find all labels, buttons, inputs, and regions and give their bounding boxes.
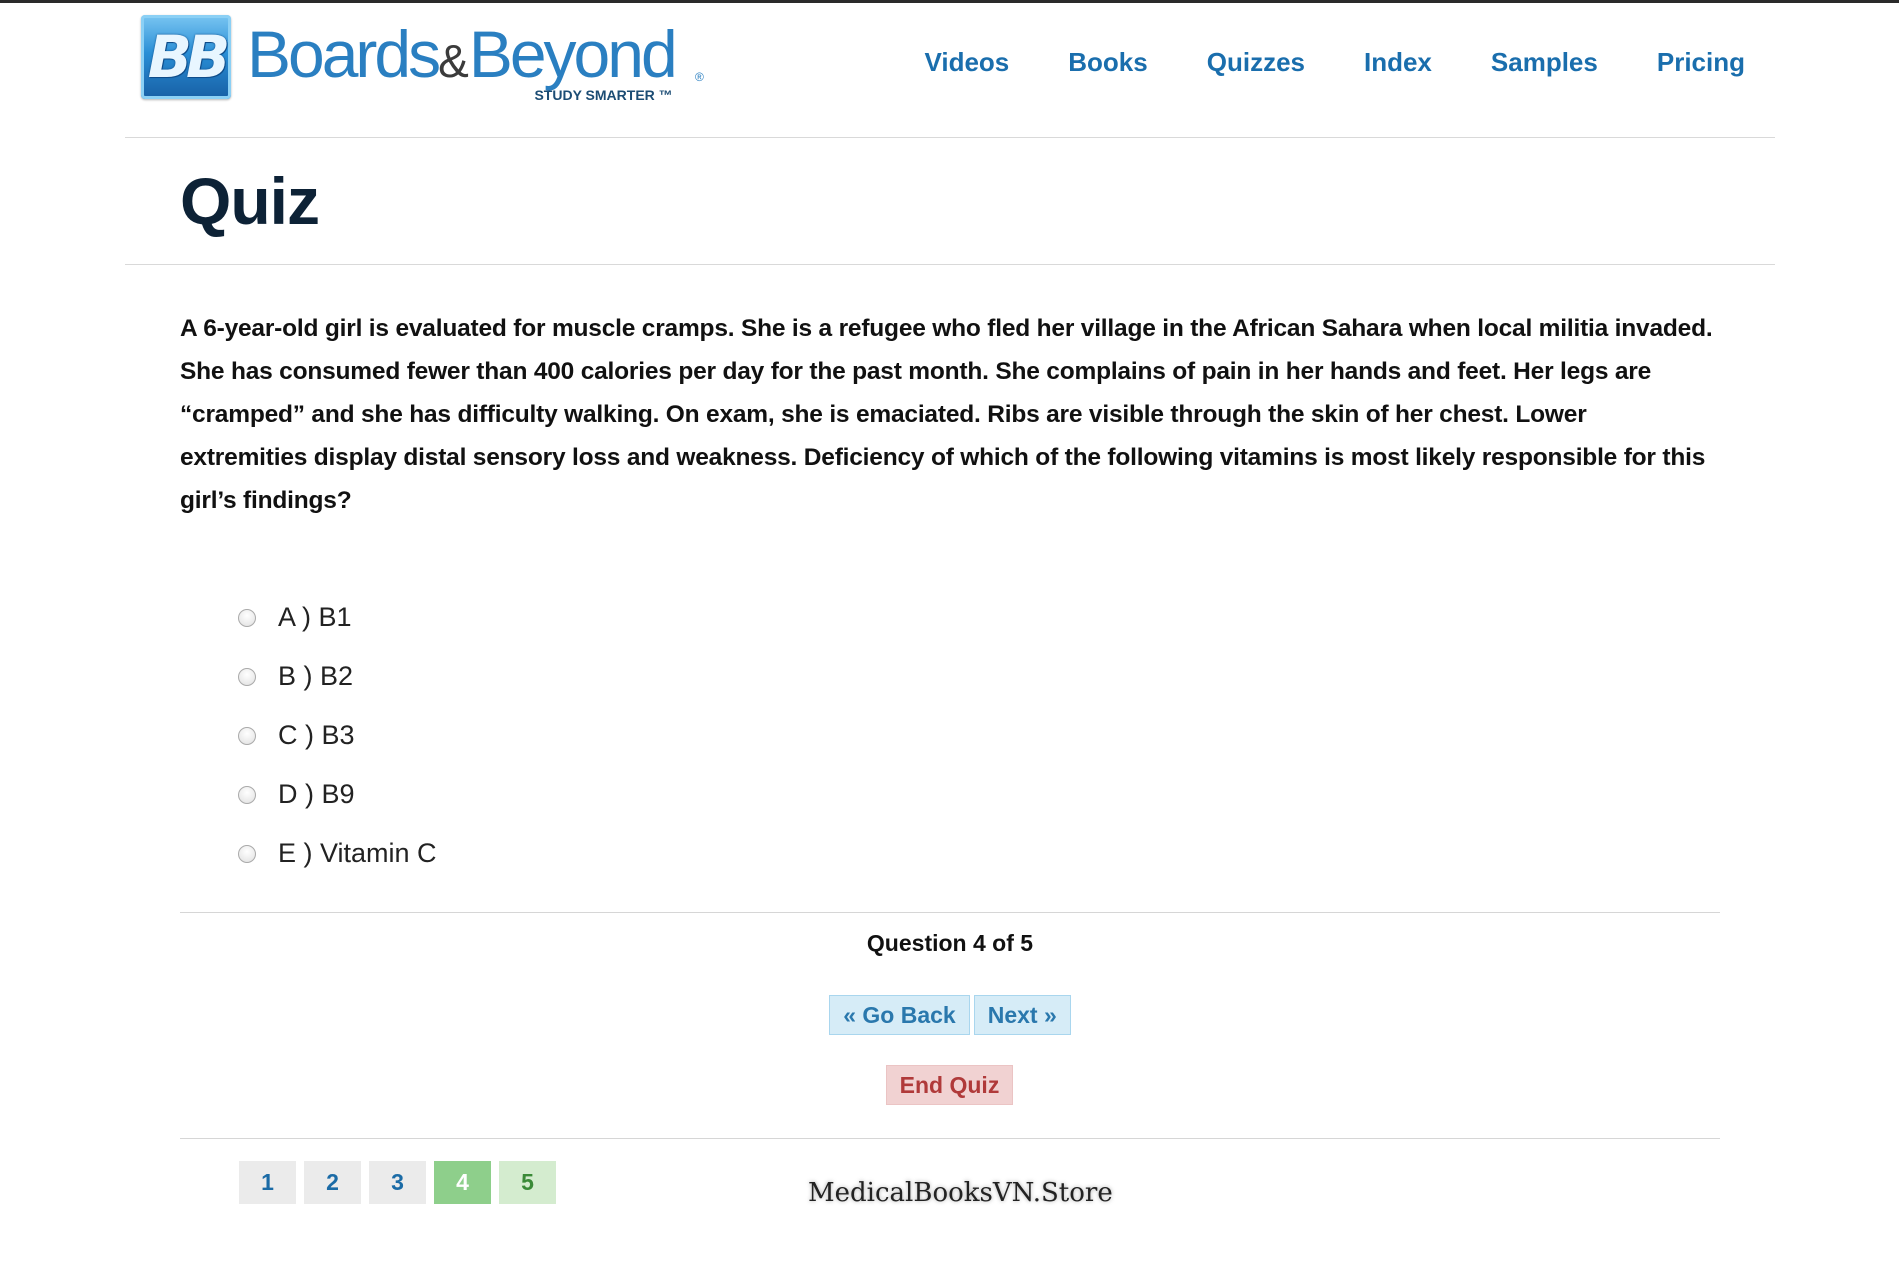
nav-pricing[interactable]: Pricing [1657, 47, 1745, 78]
nav-index[interactable]: Index [1364, 47, 1432, 78]
question-nav-buttons: « Go Back Next » [0, 995, 1899, 1035]
page-4-button[interactable]: 4 [434, 1161, 491, 1204]
logo-wordmark: Boards&Beyond ® STUDY SMARTER ™ [247, 15, 704, 105]
next-button[interactable]: Next » [973, 995, 1071, 1035]
option-b-label: B ) B2 [278, 661, 354, 691]
nav-samples[interactable]: Samples [1491, 47, 1598, 78]
brand-name-part2: Beyond [468, 17, 678, 91]
logo-mark-icon: BB [141, 15, 231, 99]
option-a[interactable]: A ) B1 [238, 588, 437, 647]
brand-name: Boards&Beyond [247, 21, 678, 94]
end-quiz-wrap: End Quiz [0, 1065, 1899, 1105]
question-text: A 6-year-old girl is evaluated for muscl… [180, 315, 1713, 514]
nav-quizzes[interactable]: Quizzes [1207, 47, 1305, 78]
option-d-label: D ) B9 [278, 779, 355, 809]
question-counter: Question 4 of 5 [866, 930, 1034, 956]
option-e-label: E ) Vitamin C [278, 838, 437, 868]
go-back-button[interactable]: « Go Back [829, 995, 970, 1035]
option-d[interactable]: D ) B9 [238, 765, 437, 824]
nav-videos[interactable]: Videos [924, 47, 1009, 78]
option-c[interactable]: C ) B3 [238, 706, 437, 765]
site-header: BB Boards&Beyond ® STUDY SMARTER ™ Video… [125, 3, 1775, 138]
watermark: MedicalBooksVN.Store [808, 1178, 1113, 1208]
main-nav: Videos Books Quizzes Index Samples Prici… [865, 47, 1745, 78]
registered-mark: ® [695, 70, 704, 84]
radio-option-c[interactable] [238, 726, 256, 745]
radio-option-e[interactable] [238, 844, 256, 863]
nav-books[interactable]: Books [1068, 47, 1147, 78]
page-3-button[interactable]: 3 [369, 1161, 426, 1204]
page-title: Quiz [180, 164, 320, 238]
title-section: Quiz [125, 137, 1775, 265]
divider [180, 1138, 1720, 1139]
end-quiz-button[interactable]: End Quiz [885, 1065, 1014, 1105]
answer-options: A ) B1 B ) B2 C ) B3 D ) B9 E ) Vitamin … [238, 588, 437, 883]
option-a-label: A ) B1 [278, 602, 352, 632]
radio-option-b[interactable] [238, 667, 256, 686]
radio-option-d[interactable] [238, 785, 256, 804]
brand-name-amp: & [438, 35, 469, 87]
radio-option-a[interactable] [238, 608, 256, 627]
option-b[interactable]: B ) B2 [238, 647, 437, 706]
brand-logo[interactable]: BB Boards&Beyond ® STUDY SMARTER ™ [141, 15, 704, 105]
logo-mark-text: BB [147, 23, 230, 91]
page-5-button[interactable]: 5 [499, 1161, 556, 1204]
option-c-label: C ) B3 [278, 720, 355, 750]
divider [180, 912, 1720, 913]
page-2-button[interactable]: 2 [304, 1161, 361, 1204]
brand-name-part1: Boards [247, 17, 441, 91]
question-pager: 1 2 3 4 5 [239, 1161, 556, 1204]
option-e[interactable]: E ) Vitamin C [238, 824, 437, 883]
page-1-button[interactable]: 1 [239, 1161, 296, 1204]
brand-tagline: STUDY SMARTER ™ [534, 87, 673, 103]
